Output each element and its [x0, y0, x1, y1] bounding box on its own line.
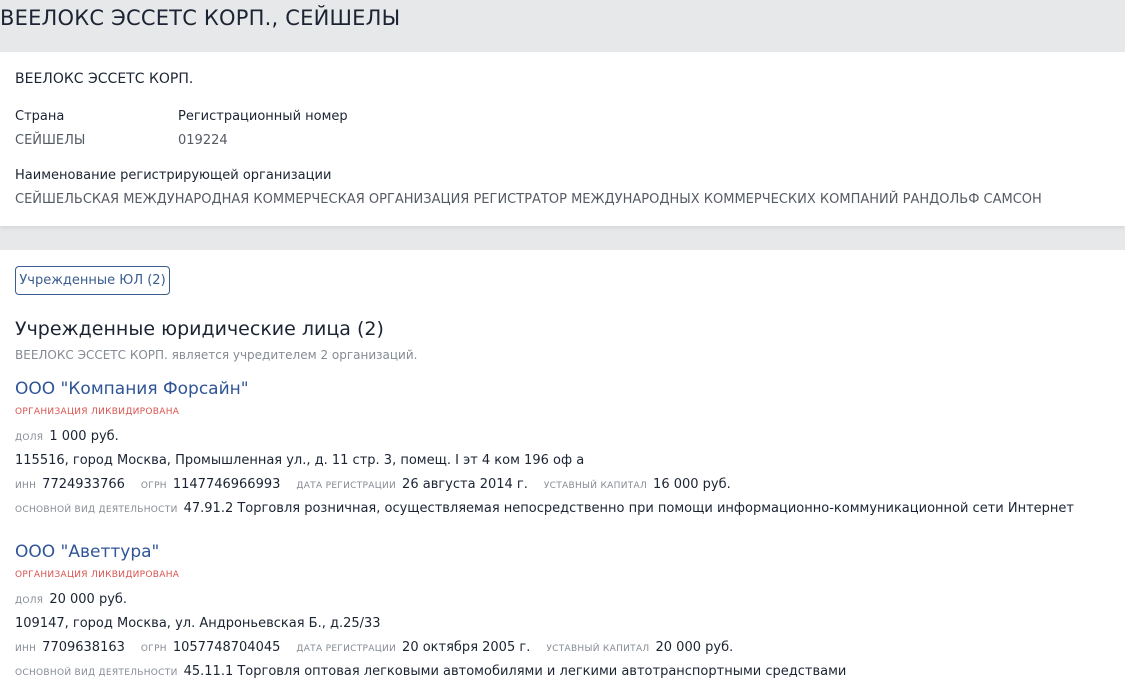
regnum-value: 019224: [178, 133, 228, 148]
company-name-link[interactable]: ООО "Аветтура": [15, 542, 159, 562]
entity-short-name: ВЕЕЛОКС ЭССЕТС КОРП.: [15, 71, 194, 87]
section-title: Учрежденные юридические лица (2): [15, 318, 384, 340]
inn-label: ИНН: [15, 481, 37, 491]
ogrn-label: ОГРН: [140, 644, 167, 654]
ogrn-label: ОГРН: [140, 481, 167, 491]
ogrn-value: 1057748704045: [172, 640, 281, 655]
section-subtitle: ВЕЕЛОКС ЭССЕТС КОРП. является учредителе…: [15, 348, 418, 362]
share-label: ДОЛЯ: [15, 433, 44, 443]
activity-label: ОСНОВНОЙ ВИД ДЕЯТЕЛЬНОСТИ: [15, 668, 178, 678]
share-row: ДОЛЯ 1 000 руб.: [15, 429, 119, 444]
inn-value: 7709638163: [42, 640, 125, 655]
status-badge: ОРГАНИЗАЦИЯ ЛИКВИДИРОВАНА: [15, 407, 180, 417]
activity-row: ОСНОВНОЙ ВИД ДЕЯТЕЛЬНОСТИ 47.91.2 Торговл…: [15, 501, 1074, 516]
address: 115516, город Москва, Промышленная ул., …: [15, 453, 585, 468]
capital-value: 16 000 руб.: [653, 477, 731, 492]
ogrn-value: 1147746966993: [172, 477, 281, 492]
share-row: ДОЛЯ 20 000 руб.: [15, 592, 127, 607]
activity-label: ОСНОВНОЙ ВИД ДЕЯТЕЛЬНОСТИ: [15, 505, 178, 515]
share-value: 20 000 руб.: [49, 592, 128, 607]
details-row: ИНН 7724933766 ОГРН 1147746966993 ДАТА РЕГИС…: [15, 477, 731, 492]
regnum-label: Регистрационный номер: [178, 109, 348, 124]
status-badge: ОРГАНИЗАЦИЯ ЛИКВИДИРОВАНА: [15, 570, 180, 580]
inn-label: ИНН: [15, 644, 37, 654]
reg-date-value: 26 августа 2014 г.: [402, 477, 528, 492]
company-item: ООО "Аветтура" ОРГАНИЗАЦИЯ ЛИКВИДИРОВАНА…: [15, 542, 1115, 682]
share-label: ДОЛЯ: [15, 596, 44, 606]
capital-label: УСТАВНЫЙ КАПИТАЛ: [546, 644, 650, 654]
activity-value: 45.11.1 Торговля оптовая легковыми автом…: [183, 664, 847, 679]
capital-label: УСТАВНЫЙ КАПИТАЛ: [543, 481, 648, 491]
country-value: СЕЙШЕЛЫ: [15, 133, 86, 148]
capital-value: 20 000 руб.: [655, 640, 734, 655]
activity-value: 47.91.2 Торговля розничная, осуществляем…: [183, 501, 1074, 516]
registrar-value: СЕЙШЕЛЬСКАЯ МЕЖДУНАРОДНАЯ КОММЕРЧЕСКАЯ О…: [15, 192, 1042, 207]
company-item: ООО "Компания Форсайн" ОРГАНИЗАЦИЯ ЛИКВИ…: [15, 379, 1115, 519]
reg-date-value: 20 октября 2005 г.: [402, 640, 531, 655]
founded-entities-section: Учрежденные ЮЛ (2) Учрежденные юридическ…: [0, 250, 1125, 686]
company-name-link[interactable]: ООО "Компания Форсайн": [15, 379, 249, 399]
page-header: ВЕЕЛОКС ЭССЕТС КОРП., СЕЙШЕЛЫ: [0, 0, 1125, 52]
share-value: 1 000 руб.: [49, 429, 119, 444]
reg-date-label: ДАТА РЕГИСТРАЦИИ: [296, 644, 397, 654]
reg-date-label: ДАТА РЕГИСТРАЦИИ: [296, 481, 397, 491]
entity-card: ВЕЕЛОКС ЭССЕТС КОРП. Страна СЕЙШЕЛЫ Реги…: [0, 52, 1125, 226]
registrar-label: Наименование регистрирующей организации: [15, 168, 332, 183]
tab-founded-entities[interactable]: Учрежденные ЮЛ (2): [15, 266, 170, 295]
page-title: ВЕЕЛОКС ЭССЕТС КОРП., СЕЙШЕЛЫ: [0, 6, 401, 30]
inn-value: 7724933766: [42, 477, 125, 492]
address: 109147, город Москва, ул. Андроньевская …: [15, 616, 381, 631]
country-label: Страна: [15, 109, 65, 124]
details-row: ИНН 7709638163 ОГРН 1057748704045 ДАТА РЕГИС…: [15, 640, 733, 655]
activity-row: ОСНОВНОЙ ВИД ДЕЯТЕЛЬНОСТИ 45.11.1 Торговл…: [15, 664, 846, 679]
